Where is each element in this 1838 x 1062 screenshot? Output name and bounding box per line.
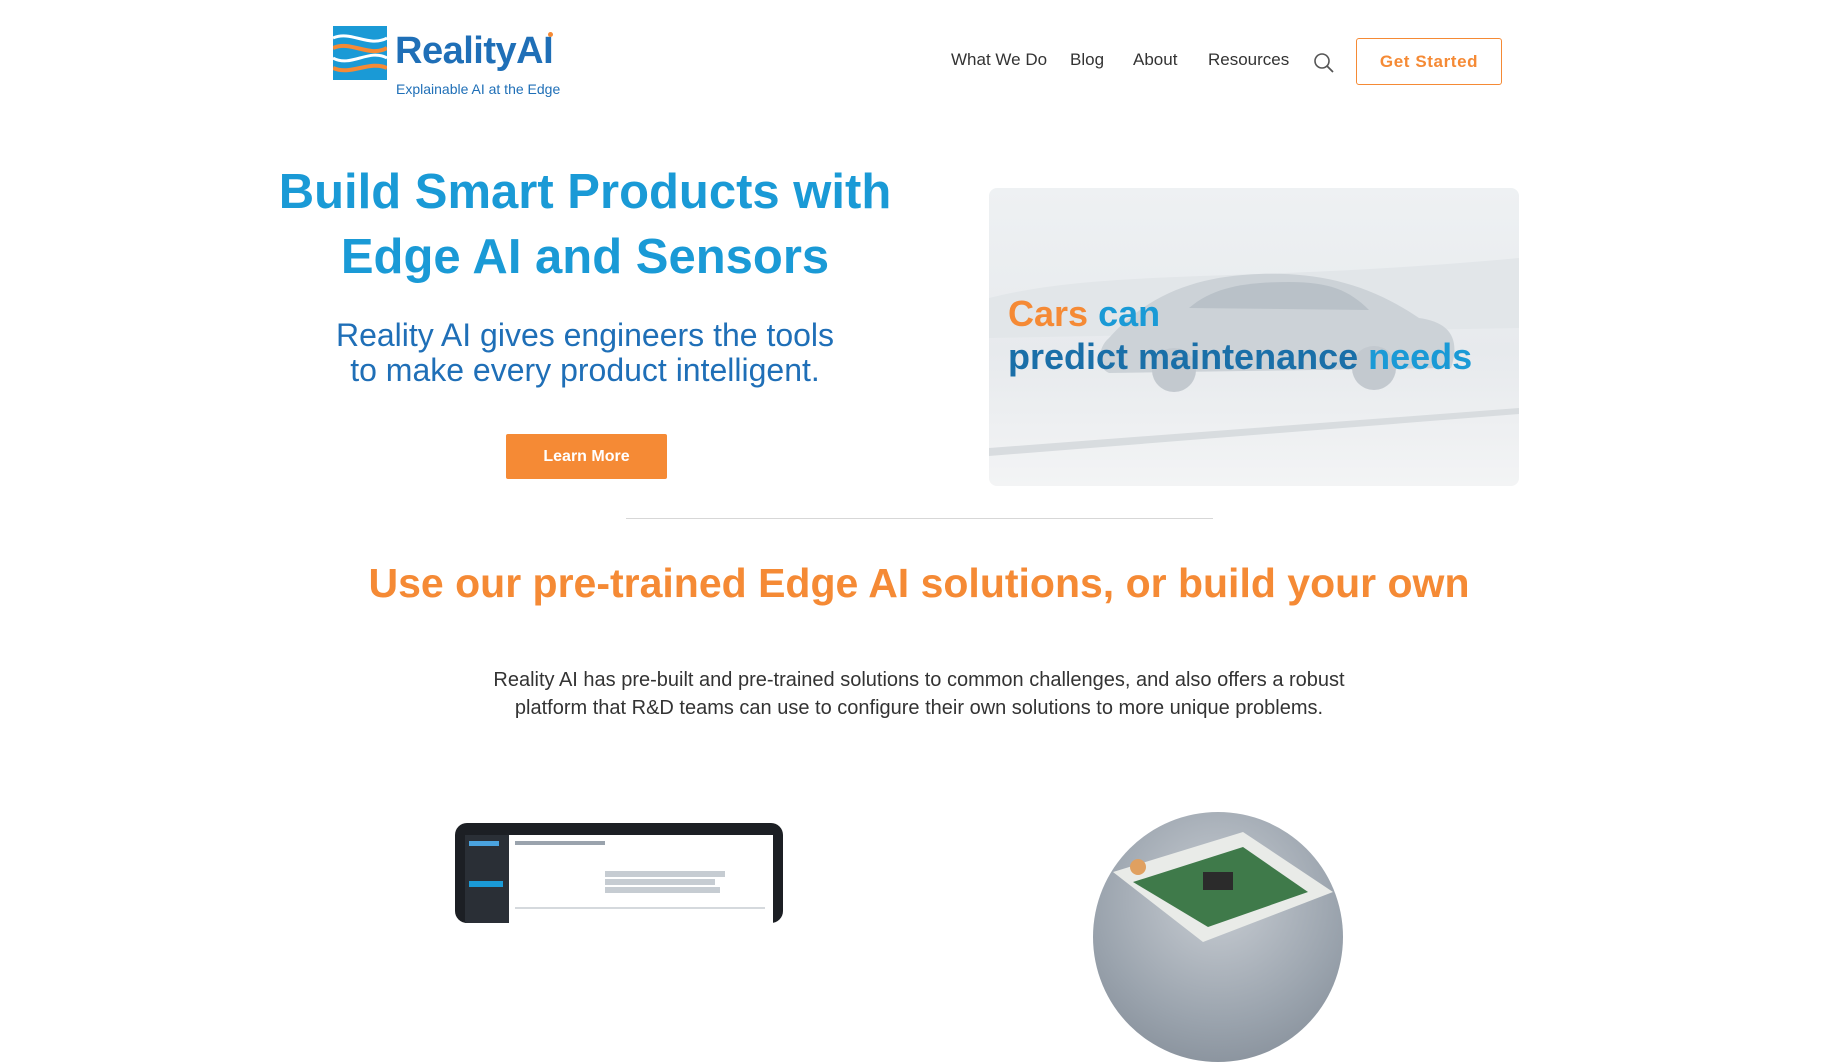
section-title: Use our pre-trained Edge AI solutions, o… xyxy=(368,560,1470,606)
hero-image-card: Cars can predict maintenance needs xyxy=(989,188,1519,486)
hero-subtitle-line-2: to make every product intelligent. xyxy=(350,352,820,388)
hardware-board-image xyxy=(1093,812,1343,1062)
card-word-needs: needs xyxy=(1368,336,1473,377)
card-word-cars: Cars xyxy=(1008,293,1089,334)
get-started-button[interactable]: Get Started xyxy=(1356,38,1502,85)
card-word-can: can xyxy=(1098,293,1161,334)
search-icon[interactable] xyxy=(1313,52,1335,74)
card-word-predict: predict xyxy=(1008,336,1129,377)
hero-title-line-2: Edge AI and Sensors xyxy=(340,230,830,284)
reality-ai-logo[interactable]: RealityAI Explainable AI at the Edge xyxy=(333,26,563,100)
nav-what-we-do[interactable]: What We Do xyxy=(951,50,1047,70)
reality-ai-logo-mark-icon xyxy=(333,26,387,80)
hero-subtitle: Reality AI gives engineers the tools to … xyxy=(285,318,885,388)
hero-title: Build Smart Products with Edge AI and Se… xyxy=(265,160,905,290)
section-description-line-2: platform that R&D teams can use to confi… xyxy=(514,697,1324,719)
hero-subtitle-line-1: Reality AI gives engineers the tools xyxy=(335,317,835,353)
logo-dot xyxy=(548,32,553,37)
laptop-screenshot-image xyxy=(455,823,783,923)
section-description-line-1: Reality AI has pre-built and pre-trained… xyxy=(493,669,1345,691)
card-headline: Cars can predict maintenance needs xyxy=(1008,292,1472,378)
card-word-maintenance: maintenance xyxy=(1138,336,1359,377)
logo-wordmark: RealityAI xyxy=(395,30,554,72)
hero-title-line-1: Build Smart Products with xyxy=(278,165,892,219)
nav-about[interactable]: About xyxy=(1133,50,1177,70)
nav-blog[interactable]: Blog xyxy=(1070,50,1104,70)
learn-more-button[interactable]: Learn More xyxy=(506,434,667,479)
section-description: Reality AI has pre-built and pre-trained… xyxy=(469,666,1369,722)
nav-resources[interactable]: Resources xyxy=(1208,50,1289,70)
circuit-board-illustration xyxy=(1113,832,1333,942)
logo-tagline: Explainable AI at the Edge xyxy=(396,81,561,97)
section-divider xyxy=(626,518,1213,519)
